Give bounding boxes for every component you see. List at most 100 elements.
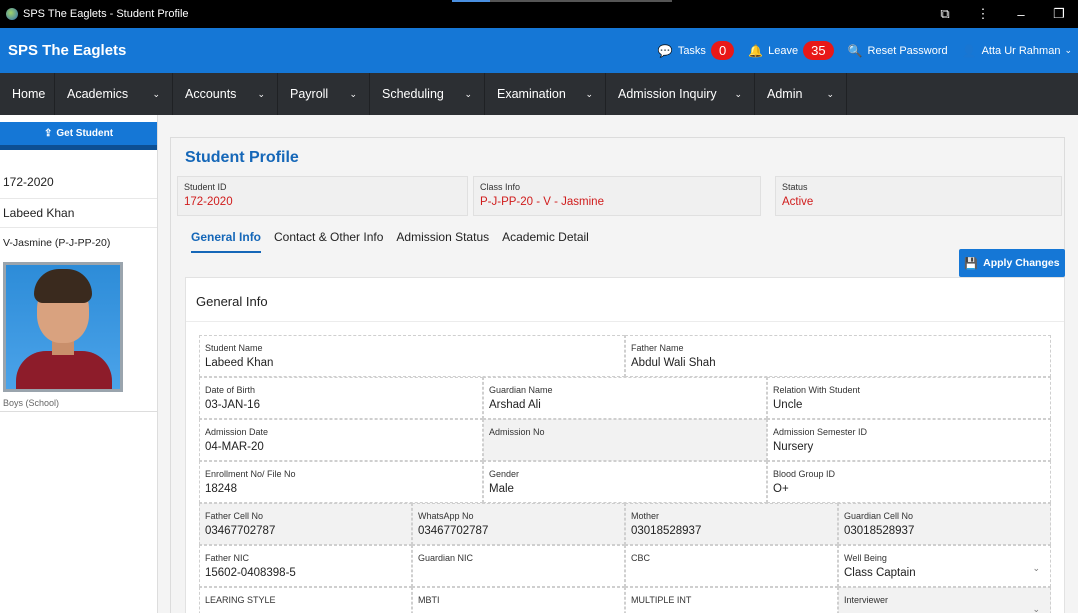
nav-accounts[interactable]: Accounts ⌄ <box>173 73 278 115</box>
minimize-button[interactable]: – <box>1002 7 1040 22</box>
student-sidebar: ⇪ Get Student 172-2020 Labeed Khan V-Jas… <box>0 115 158 613</box>
nav-scheduling[interactable]: Scheduling ⌄ <box>370 73 485 115</box>
summary-value: P-J-PP-20 - V - Jasmine <box>480 196 604 208</box>
get-student-label: Get Student <box>56 128 114 139</box>
chevron-down-icon: ⌄ <box>826 88 834 99</box>
app-header: SPS The Eaglets 💬 Tasks 0 🔔 Leave 35 🔍 R… <box>0 28 1078 73</box>
enrollment-no-field[interactable]: Enrollment No/ File No 18248 <box>199 461 483 503</box>
field-label: MULTIPLE INT <box>631 595 692 605</box>
form-row: LEARING STYLE MBTI MULTIPLE INT Intervie… <box>199 587 1051 613</box>
mother-cell-field[interactable]: Mother 03018528937 <box>625 503 838 545</box>
tab-indicator <box>452 0 672 2</box>
student-photo <box>3 262 123 392</box>
leave-count-badge: 35 <box>803 41 834 60</box>
well-being-select[interactable]: Well Being Class Captain ⌄ <box>838 545 1051 587</box>
relation-field[interactable]: Relation With Student Uncle <box>767 377 1051 419</box>
restore-button[interactable]: ❐ <box>1040 6 1078 22</box>
field-value: Class Captain <box>844 567 916 579</box>
nav-admission-inquiry[interactable]: Admission Inquiry ⌄ <box>606 73 755 115</box>
field-value: Arshad Ali <box>489 399 541 411</box>
tasks-count-badge: 0 <box>710 41 735 60</box>
nav-examination[interactable]: Examination ⌄ <box>485 73 606 115</box>
guardian-name-field[interactable]: Guardian Name Arshad Ali <box>483 377 767 419</box>
field-value: O+ <box>773 483 789 495</box>
profile-tabs: General Info Contact & Other Info Admiss… <box>191 230 602 253</box>
field-value: 04-MAR-20 <box>205 441 264 453</box>
sidebar-student-id: 172-2020 <box>0 172 157 199</box>
apply-changes-button[interactable]: 💾 Apply Changes <box>959 249 1065 277</box>
form-row: Student Name Labeed Khan Father Name Abd… <box>199 335 1051 377</box>
chevron-down-icon: ⌄ <box>257 88 265 99</box>
reset-password-label: Reset Password <box>867 44 948 57</box>
nav-academics[interactable]: Academics ⌄ <box>55 73 173 115</box>
general-info-card: General Info Student Name Labeed Khan Fa… <box>185 277 1065 613</box>
tab-academic-detail[interactable]: Academic Detail <box>502 230 589 253</box>
window-title: SPS The Eaglets - Student Profile <box>23 8 189 20</box>
father-nic-field[interactable]: Father NIC 15602-0408398-5 <box>199 545 412 587</box>
reset-password-link[interactable]: 🔍 Reset Password <box>848 44 948 58</box>
form-row: Enrollment No/ File No 18248 Gender Male… <box>199 461 1051 503</box>
nav-admin[interactable]: Admin ⌄ <box>755 73 847 115</box>
save-icon: 💾 <box>964 257 979 270</box>
user-name: Atta Ur Rahman <box>981 44 1061 57</box>
field-label: CBC <box>631 553 651 563</box>
multiple-int-field[interactable]: MULTIPLE INT <box>625 587 838 613</box>
summary-status: Status Active <box>775 176 1062 216</box>
form-row: Father Cell No 03467702787 WhatsApp No 0… <box>199 503 1051 545</box>
field-value: 18248 <box>205 483 237 495</box>
father-name-field[interactable]: Father Name Abdul Wali Shah <box>625 335 1051 377</box>
student-name-field[interactable]: Student Name Labeed Khan <box>199 335 625 377</box>
field-label: LEARING STYLE <box>205 595 276 605</box>
dob-field[interactable]: Date of Birth 03-JAN-16 <box>199 377 483 419</box>
form-row: Date of Birth 03-JAN-16 Guardian Name Ar… <box>199 377 1051 419</box>
brand-name[interactable]: SPS The Eaglets <box>8 42 126 59</box>
get-student-button[interactable]: ⇪ Get Student <box>0 122 157 150</box>
field-value: 03467702787 <box>205 525 276 537</box>
user-icon: 👤 <box>961 43 977 58</box>
tasks-link[interactable]: 💬 Tasks 0 <box>658 41 735 60</box>
chevron-down-icon: ⌄ <box>1032 604 1040 613</box>
field-value: 15602-0408398-5 <box>205 567 296 579</box>
field-label: WhatsApp No <box>418 511 474 521</box>
father-cell-field[interactable]: Father Cell No 03467702787 <box>199 503 412 545</box>
gender-field[interactable]: Gender Male <box>483 461 767 503</box>
tab-general-info[interactable]: General Info <box>191 230 262 253</box>
main-content: Student Profile Student ID 172-2020 Clas… <box>158 115 1078 613</box>
tab-admission-status[interactable]: Admission Status <box>396 230 489 253</box>
field-label: Father NIC <box>205 553 250 563</box>
nav-home[interactable]: Home <box>0 73 55 115</box>
field-value: Male <box>489 483 514 495</box>
field-value: 03018528937 <box>631 525 702 537</box>
leave-link[interactable]: 🔔 Leave 35 <box>748 41 834 60</box>
summary-label: Student ID <box>184 182 227 192</box>
extensions-icon[interactable]: ⧉ <box>926 6 964 22</box>
summary-value: Active <box>782 196 814 208</box>
field-value: Nursery <box>773 441 814 453</box>
field-label: Admission No <box>489 427 545 437</box>
chevron-down-icon: ⌄ <box>1032 563 1040 573</box>
mbti-field[interactable]: MBTI <box>412 587 625 613</box>
admission-semester-field[interactable]: Admission Semester ID Nursery <box>767 419 1051 461</box>
field-label: Guardian NIC <box>418 553 474 563</box>
chevron-down-icon: ⌄ <box>349 88 357 99</box>
guardian-cell-field[interactable]: Guardian Cell No 03018528937 <box>838 503 1051 545</box>
tasks-label: Tasks <box>677 44 706 57</box>
site-favicon-icon <box>6 8 18 20</box>
field-label: Mother <box>631 511 660 521</box>
tab-contact-other-info[interactable]: Contact & Other Info <box>274 230 383 253</box>
whatsapp-field[interactable]: WhatsApp No 03467702787 <box>412 503 625 545</box>
nav-payroll[interactable]: Payroll ⌄ <box>278 73 370 115</box>
browser-menu-icon[interactable]: ⋮ <box>964 6 1002 22</box>
interviewer-select[interactable]: Interviewer ⌄ <box>838 587 1051 613</box>
user-menu[interactable]: 👤 Atta Ur Rahman ⌄ <box>962 44 1072 58</box>
chevron-down-icon: ⌄ <box>734 88 742 99</box>
field-label: Relation With Student <box>773 385 861 395</box>
nav-payroll-label: Payroll <box>290 87 329 101</box>
nav-admission-inquiry-label: Admission Inquiry <box>618 87 717 101</box>
blood-group-field[interactable]: Blood Group ID O+ <box>767 461 1051 503</box>
cbc-field[interactable]: CBC <box>625 545 838 587</box>
chevron-down-icon: ⌄ <box>585 88 593 99</box>
admission-date-field[interactable]: Admission Date 04-MAR-20 <box>199 419 483 461</box>
guardian-nic-field[interactable]: Guardian NIC <box>412 545 625 587</box>
learning-style-field[interactable]: LEARING STYLE <box>199 587 412 613</box>
